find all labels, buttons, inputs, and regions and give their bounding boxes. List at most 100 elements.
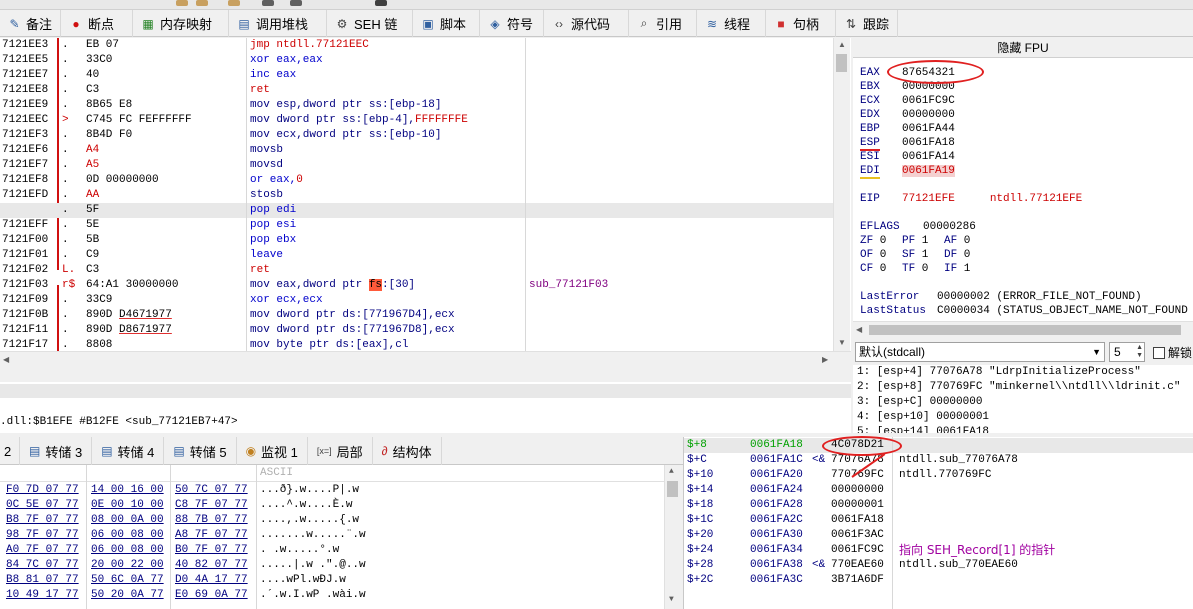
register-value[interactable]: 0061FA19 bbox=[902, 165, 955, 177]
scroll-thumb[interactable] bbox=[667, 481, 678, 497]
disasm-address[interactable]: 7121F09 bbox=[2, 293, 52, 308]
register-value[interactable]: 00000000 bbox=[902, 81, 955, 93]
register-value[interactable]: 00000286 bbox=[923, 221, 976, 233]
hex-bytes[interactable]: C8 7F 07 77 bbox=[175, 498, 248, 513]
toolbar-icon[interactable] bbox=[228, 0, 240, 6]
stack-address[interactable]: 0061FA3C bbox=[750, 573, 803, 588]
disassembly-hscrollbar[interactable]: ◀ ▶ bbox=[0, 351, 851, 367]
flag[interactable]: DF 0 bbox=[944, 248, 986, 262]
scroll-down-arrow[interactable]: ▼ bbox=[838, 338, 846, 347]
tab-trace[interactable]: ⇅ 跟踪 bbox=[836, 10, 898, 37]
disassembly-row[interactable]: 7121F09. 33C9 xor ecx,ecx bbox=[0, 293, 833, 308]
stack-row[interactable]: $+10 0061FA20 770769FC ntdll.770769FC bbox=[684, 468, 1193, 483]
toolbar-icon[interactable] bbox=[176, 0, 188, 6]
call-arguments-panel[interactable]: 1: [esp+4] 77076A78 "LdrpInitializeProce… bbox=[853, 365, 1193, 433]
tab-threads[interactable]: ≋ 线程 bbox=[697, 10, 766, 37]
stack-value[interactable]: 0061FC9C bbox=[831, 543, 884, 558]
disasm-address[interactable]: 7121EE9 bbox=[2, 98, 52, 113]
disasm-address[interactable]: 7121EE5 bbox=[2, 53, 52, 68]
scroll-left-arrow[interactable]: ◀ bbox=[3, 355, 9, 364]
hex-bytes[interactable]: 84 7C 07 77 bbox=[6, 558, 79, 573]
tab-watch-1[interactable]: ◉ 监视 1 bbox=[237, 437, 308, 465]
hex-bytes[interactable]: 14 00 16 00 bbox=[91, 483, 164, 498]
tab-dump-2[interactable]: 2 bbox=[0, 437, 20, 465]
hex-bytes[interactable]: 20 00 22 00 bbox=[91, 558, 164, 573]
arg-count-spinner[interactable]: 5 ▲ ▼ bbox=[1109, 342, 1145, 362]
hex-bytes[interactable]: 08 00 0A 00 bbox=[91, 513, 164, 528]
stack-value[interactable]: 770769FC bbox=[831, 468, 884, 483]
dump-row[interactable]: B8 81 07 77 50 6C 0A 77 D0 4A 17 77 ....wPl… bbox=[0, 573, 660, 588]
stack-row[interactable]: $+28 0061FA38 <& 770EAE60 ntdll.sub_770EAE60 bbox=[684, 558, 1193, 573]
flag[interactable]: AF 0 bbox=[944, 234, 986, 248]
stack-row[interactable]: $+C 0061FA1C <& 77076A78 ntdll.sub_77076A78 bbox=[684, 453, 1193, 468]
dump-row[interactable]: A0 7F 07 77 06 00 08 00 B0 7F 07 77 . .w...… bbox=[0, 543, 660, 558]
tab-source[interactable]: ‹› 源代码 bbox=[544, 10, 629, 37]
tab-call-stack[interactable]: ▤ 调用堆栈 bbox=[229, 10, 327, 37]
disassembly-row[interactable]: 7121F01. C9 leave bbox=[0, 248, 833, 263]
dump-row[interactable]: 0C 5E 07 77 0E 00 10 00 C8 7F 07 77 ....^.w… bbox=[0, 498, 660, 513]
disasm-address[interactable]: 7121EF7 bbox=[2, 158, 52, 173]
disasm-address[interactable]: 7121F01 bbox=[2, 248, 52, 263]
disassembly-row[interactable]: 7121EE3. EB 07 jmp ntdll.77121EEC bbox=[0, 38, 833, 53]
hex-bytes[interactable]: B0 7F 07 77 bbox=[175, 543, 248, 558]
flag[interactable]: SF 1 bbox=[902, 248, 944, 262]
stack-row[interactable]: $+18 0061FA28 00000001 bbox=[684, 498, 1193, 513]
stack-value[interactable]: 4C078D21 bbox=[831, 438, 884, 453]
flag[interactable]: PF 1 bbox=[902, 234, 944, 248]
hex-bytes[interactable]: 10 49 17 77 bbox=[6, 588, 79, 603]
stack-value[interactable]: 00000001 bbox=[831, 498, 884, 513]
stack-address[interactable]: 0061FA24 bbox=[750, 483, 803, 498]
register-value[interactable]: 0061FA14 bbox=[902, 151, 955, 163]
register-value[interactable]: 0061FC9C bbox=[902, 95, 955, 107]
hex-dump-view[interactable]: ASCII F0 7D 07 77 14 00 16 00 50 7C 07 77.… bbox=[0, 465, 681, 609]
stack-address[interactable]: 0061FA28 bbox=[750, 498, 803, 513]
dump-row[interactable]: 98 7F 07 77 06 00 08 00 A8 7F 07 77.......… bbox=[0, 528, 660, 543]
stack-row[interactable]: $+8 0061FA18 4C078D21 bbox=[684, 438, 1193, 453]
disassembly-view[interactable]: 7121EE3. EB 07 jmp ntdll.77121EEC 7121EE5. 3… bbox=[0, 38, 851, 353]
disassembly-row[interactable]: 7121F03 r$ 64:A1 30000000 mov eax,dword ptr… bbox=[0, 278, 833, 293]
disassembly-row[interactable]: 7121EF7. A5 movsd bbox=[0, 158, 833, 173]
hex-bytes[interactable]: 0C 5E 07 77 bbox=[6, 498, 79, 513]
hex-bytes[interactable]: 50 20 0A 77 bbox=[91, 588, 164, 603]
scroll-thumb[interactable] bbox=[836, 54, 847, 72]
disasm-address[interactable]: 7121EF8 bbox=[2, 173, 52, 188]
hex-bytes[interactable]: E0 69 0A 77 bbox=[175, 588, 248, 603]
hex-bytes[interactable]: B8 81 07 77 bbox=[6, 573, 79, 588]
stack-address[interactable]: 0061FA20 bbox=[750, 468, 803, 483]
stack-view[interactable]: $+8 0061FA18 4C078D21 $+C 0061FA1C <& 77076A78… bbox=[683, 437, 1193, 609]
disasm-address[interactable]: 7121EE3 bbox=[2, 38, 52, 53]
disassembly-row[interactable]: 7121F02 L. C3 ret bbox=[0, 263, 833, 278]
hex-bytes[interactable]: 06 00 08 00 bbox=[91, 543, 164, 558]
registers-scrollbar[interactable] bbox=[1189, 58, 1193, 321]
disassembly-row[interactable]: 7121EE9. 8B65 E8 mov esp,dword ptr ss:[ebp… bbox=[0, 98, 833, 113]
disasm-address[interactable]: 7121F0B bbox=[2, 308, 52, 323]
toolbar-icon[interactable] bbox=[290, 0, 302, 6]
scroll-left-arrow[interactable]: ◀ bbox=[856, 325, 862, 334]
disasm-address[interactable]: 7121F11 bbox=[2, 323, 52, 338]
scroll-up-arrow[interactable]: ▲ bbox=[838, 40, 846, 49]
tab-seh-chain[interactable]: ⚙ SEH 链 bbox=[327, 10, 413, 37]
stack-address[interactable]: 0061FA34 bbox=[750, 543, 803, 558]
tab-dump-5[interactable]: ▤ 转储 5 bbox=[164, 437, 237, 465]
disassembly-row[interactable]: 7121EEC > C745 FC FEFFFFFF mov dword ptr ss… bbox=[0, 113, 833, 128]
disassembly-row[interactable]: 7121F11. 890D D8671977 mov dword ptr ds:[7… bbox=[0, 323, 833, 338]
disasm-address[interactable]: 7121F03 bbox=[2, 278, 52, 293]
stack-address[interactable]: 0061FA1C bbox=[750, 453, 803, 468]
register-value[interactable]: 87654321 bbox=[902, 67, 955, 79]
checkbox-icon[interactable] bbox=[1153, 346, 1165, 359]
stack-row[interactable]: $+2C 0061FA3C 3B71A6DF bbox=[684, 573, 1193, 588]
hex-bytes[interactable]: B8 7F 07 77 bbox=[6, 513, 79, 528]
dump-row[interactable]: B8 7F 07 77 08 00 0A 00 88 7B 07 77 ....,.w… bbox=[0, 513, 660, 528]
disassembly-row[interactable]: 7121EFD. AA stosb bbox=[0, 188, 833, 203]
tab-memory-map[interactable]: ▦ 内存映射 bbox=[133, 10, 229, 37]
disasm-address[interactable]: 7121EF6 bbox=[2, 143, 52, 158]
tab-locals[interactable]: [x=] 局部 bbox=[308, 437, 373, 465]
registers-panel[interactable]: 隐藏 FPU EAX 87654321 EBX 00000000 ECX 0061FC9C… bbox=[853, 38, 1193, 321]
disassembly-row[interactable]: 7121EF6. A4 movsb bbox=[0, 143, 833, 158]
stack-row[interactable]: $+1C 0061FA2C 0061FA18 bbox=[684, 513, 1193, 528]
flag[interactable]: CF 0 bbox=[860, 262, 902, 276]
scroll-thumb[interactable] bbox=[869, 325, 1181, 335]
stack-value[interactable]: 0061F3AC bbox=[831, 528, 884, 543]
disassembly-row[interactable]: 7121EFE.5Fpop edi bbox=[0, 203, 833, 218]
stack-row[interactable]: $+14 0061FA24 00000000 bbox=[684, 483, 1193, 498]
